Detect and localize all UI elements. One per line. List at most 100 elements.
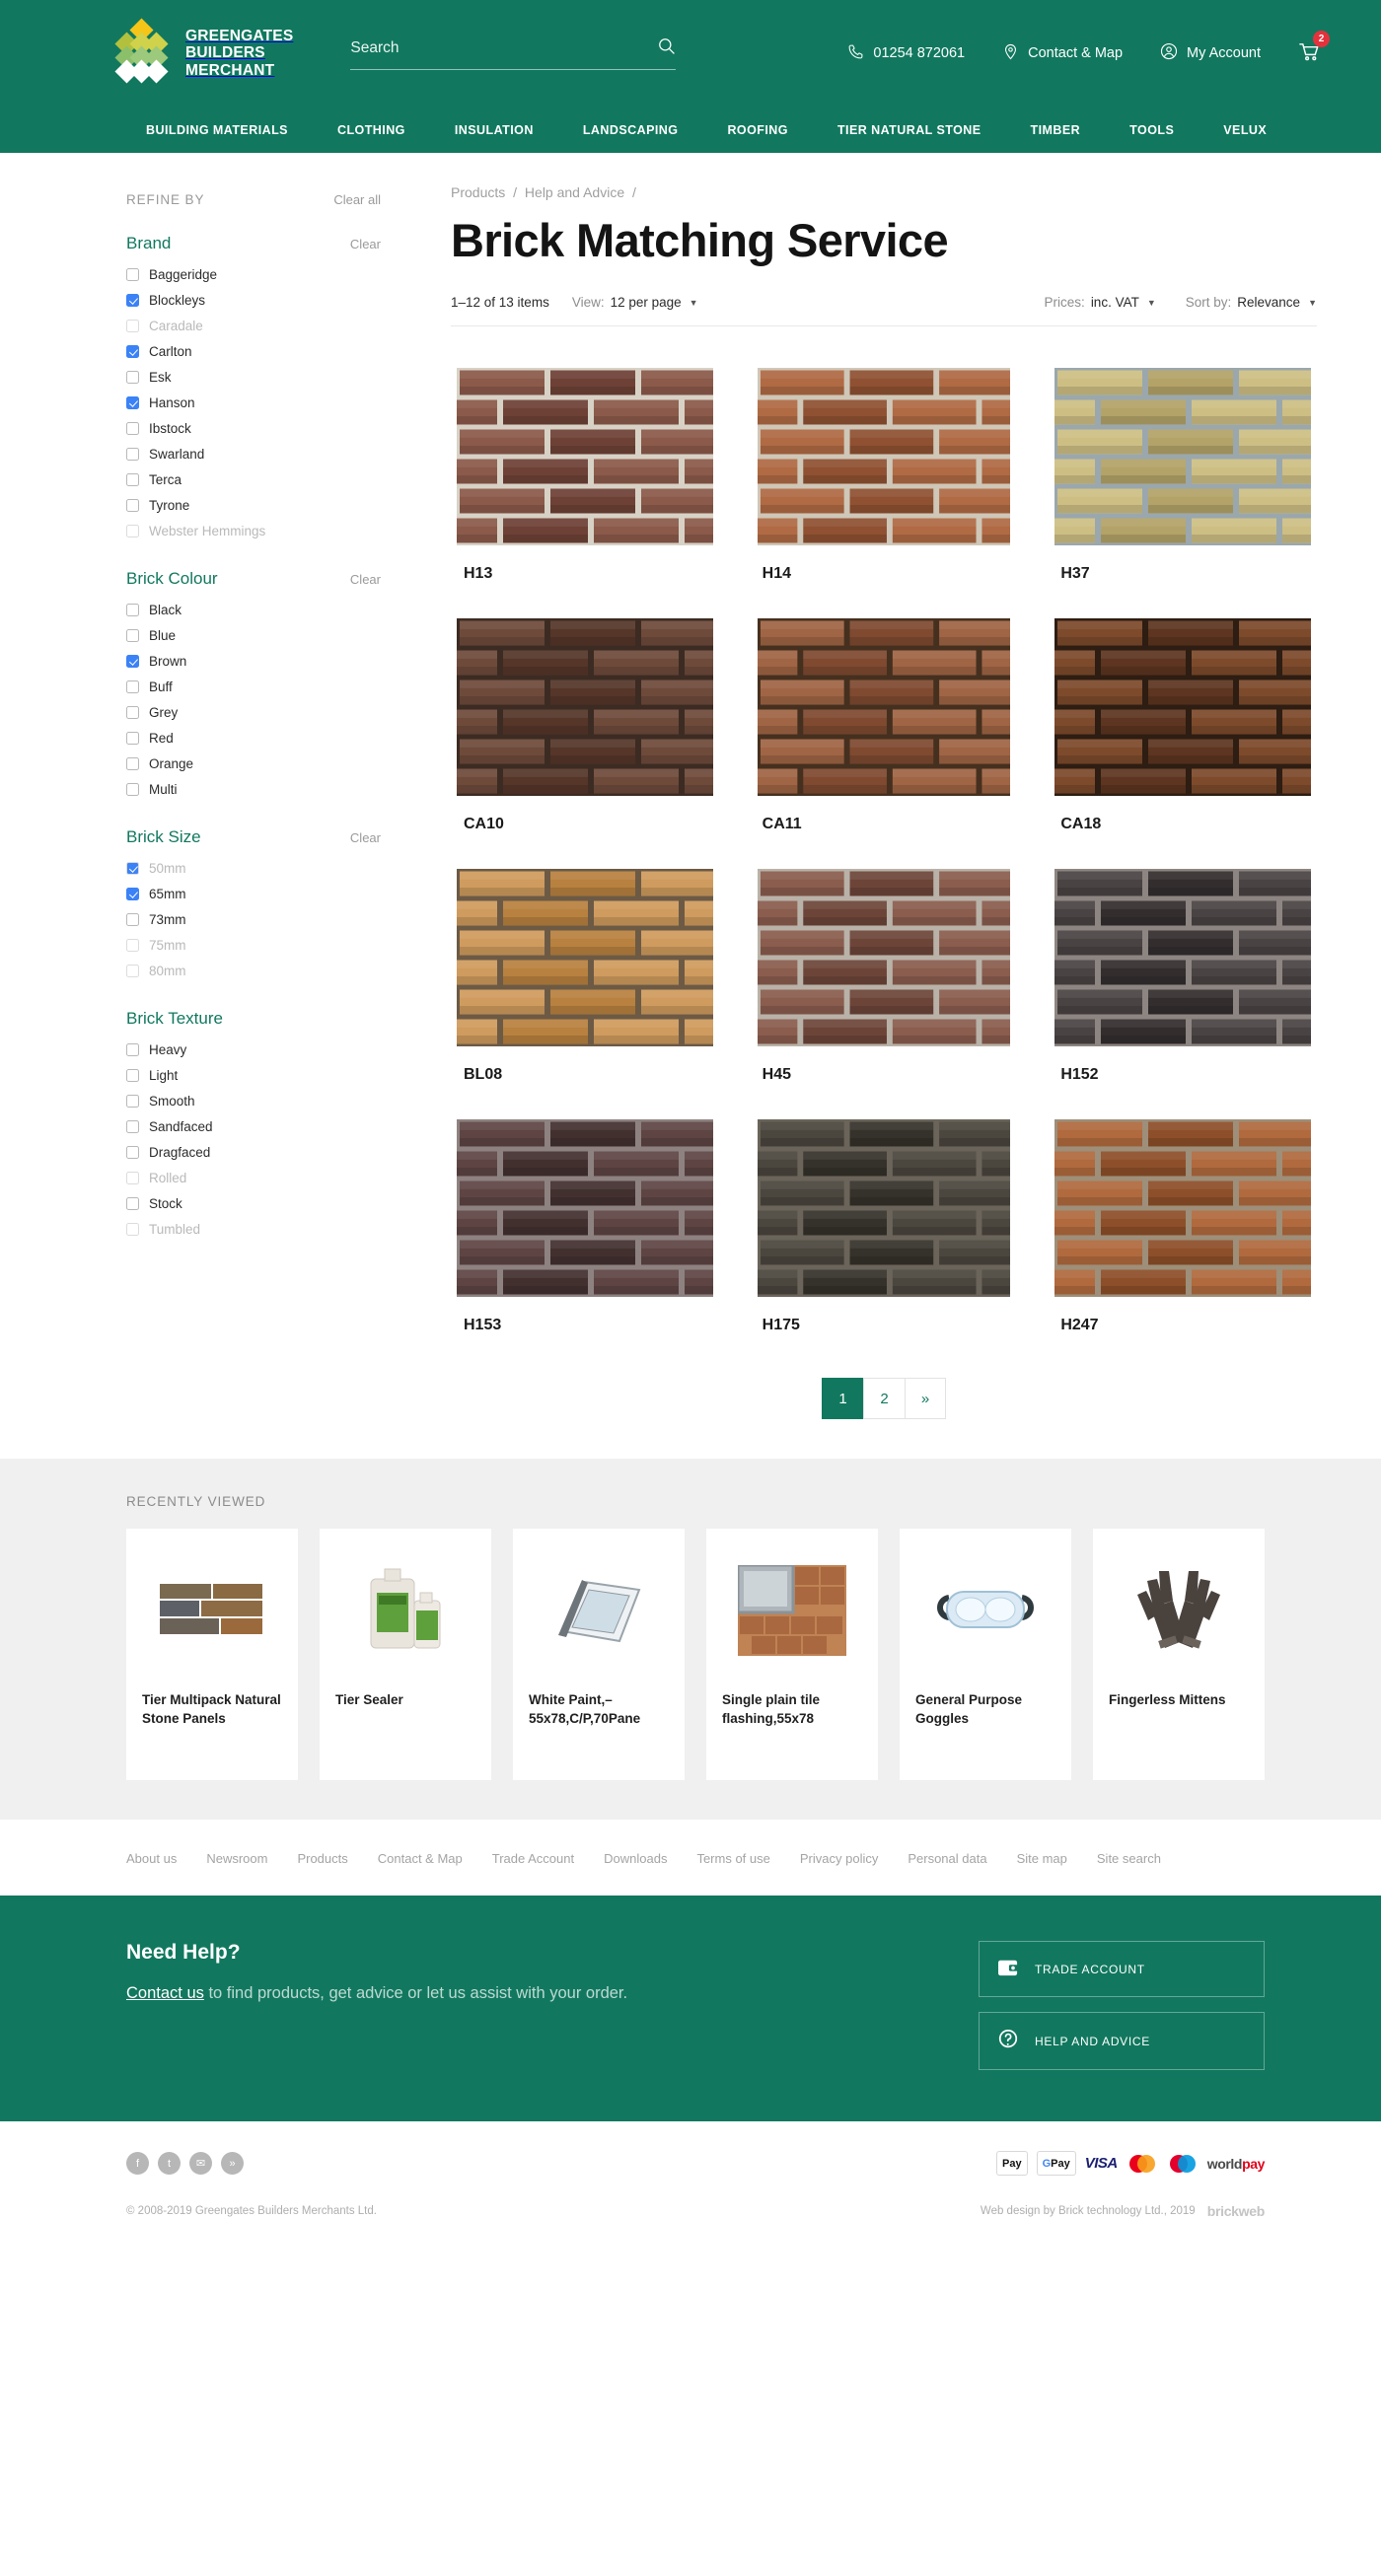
footer-link-trade-account[interactable]: Trade Account bbox=[492, 1851, 574, 1866]
recently-viewed-title[interactable]: Single plain tile flashing,55x78 bbox=[722, 1690, 862, 1728]
site-logo[interactable]: GREENGATES BUILDERS MERCHANT bbox=[111, 22, 293, 85]
checkbox-icon[interactable] bbox=[126, 965, 139, 977]
product-card[interactable]: CA10 bbox=[451, 618, 720, 869]
nav-item-timber[interactable]: TIMBER bbox=[1006, 123, 1106, 137]
search-input[interactable] bbox=[350, 39, 657, 57]
facet-option-orange[interactable]: Orange bbox=[126, 751, 381, 776]
facet-option-buff[interactable]: Buff bbox=[126, 674, 381, 699]
cart-button[interactable]: 2 bbox=[1298, 40, 1321, 67]
facet-option-65mm[interactable]: 65mm bbox=[126, 881, 381, 906]
product-card[interactable]: CA11 bbox=[750, 618, 1019, 869]
product-thumbnail[interactable] bbox=[451, 1119, 720, 1297]
product-title[interactable]: H14 bbox=[750, 565, 1019, 583]
checkbox-icon[interactable] bbox=[126, 499, 139, 512]
checkbox-icon[interactable] bbox=[126, 1120, 139, 1133]
facet-option-tyrone[interactable]: Tyrone bbox=[126, 492, 381, 518]
facet-option-red[interactable]: Red bbox=[126, 725, 381, 751]
facet-option-blue[interactable]: Blue bbox=[126, 622, 381, 648]
facet-option-sandfaced[interactable]: Sandfaced bbox=[126, 1113, 381, 1139]
product-thumbnail[interactable] bbox=[1048, 368, 1317, 545]
facet-option-black[interactable]: Black bbox=[126, 597, 381, 622]
checkbox-icon[interactable] bbox=[126, 1146, 139, 1159]
product-title[interactable]: CA18 bbox=[1048, 816, 1317, 833]
checkbox-icon[interactable] bbox=[126, 706, 139, 719]
rss-icon[interactable]: » bbox=[221, 2152, 244, 2175]
email-icon[interactable]: ✉ bbox=[189, 2152, 212, 2175]
checkbox-icon[interactable] bbox=[126, 680, 139, 693]
checkbox-icon[interactable] bbox=[126, 939, 139, 952]
product-card[interactable]: H13 bbox=[451, 368, 720, 618]
product-title[interactable]: CA10 bbox=[451, 816, 720, 833]
facet-option-baggeridge[interactable]: Baggeridge bbox=[126, 261, 381, 287]
nav-item-velux[interactable]: VELUX bbox=[1199, 123, 1291, 137]
product-thumbnail[interactable] bbox=[750, 869, 1019, 1046]
checkbox-icon[interactable] bbox=[126, 1095, 139, 1108]
checkbox-icon[interactable] bbox=[126, 268, 139, 281]
contact-map-link[interactable]: Contact & Map bbox=[1002, 43, 1123, 64]
checkbox-icon[interactable] bbox=[126, 732, 139, 745]
checkbox-icon[interactable] bbox=[126, 448, 139, 461]
facet-clear-link[interactable]: Clear bbox=[350, 572, 381, 587]
pagination-next[interactable]: » bbox=[905, 1378, 946, 1419]
checkbox-icon[interactable] bbox=[126, 525, 139, 537]
product-thumbnail[interactable] bbox=[451, 869, 720, 1046]
recently-viewed-title[interactable]: Fingerless Mittens bbox=[1109, 1690, 1249, 1709]
recently-viewed-title[interactable]: General Purpose Goggles bbox=[915, 1690, 1055, 1728]
checkbox-icon[interactable] bbox=[126, 655, 139, 668]
nav-item-roofing[interactable]: ROOFING bbox=[702, 123, 812, 137]
facet-clear-link[interactable]: Clear bbox=[350, 237, 381, 251]
facet-option-50mm[interactable]: 50mm bbox=[126, 855, 381, 881]
footer-link-newsroom[interactable]: Newsroom bbox=[206, 1851, 267, 1866]
nav-item-landscaping[interactable]: LANDSCAPING bbox=[558, 123, 703, 137]
facet-option-carlton[interactable]: Carlton bbox=[126, 338, 381, 364]
checkbox-icon[interactable] bbox=[126, 629, 139, 642]
facet-option-esk[interactable]: Esk bbox=[126, 364, 381, 390]
checkbox-icon[interactable] bbox=[126, 1197, 139, 1210]
checkbox-icon[interactable] bbox=[126, 422, 139, 435]
product-card[interactable]: H14 bbox=[750, 368, 1019, 618]
product-thumbnail[interactable] bbox=[451, 368, 720, 545]
recently-viewed-card[interactable]: Tier Multipack Natural Stone Panels bbox=[126, 1529, 298, 1780]
facet-option-rolled[interactable]: Rolled bbox=[126, 1165, 381, 1190]
facet-option-80mm[interactable]: 80mm bbox=[126, 958, 381, 983]
prices-dropdown[interactable]: Prices: inc. VAT ▼ bbox=[1045, 295, 1156, 310]
recently-viewed-card[interactable]: Single plain tile flashing,55x78 bbox=[706, 1529, 878, 1780]
checkbox-icon[interactable] bbox=[126, 1043, 139, 1056]
trade-account-button[interactable]: TRADE ACCOUNT bbox=[979, 1941, 1265, 1997]
checkbox-icon[interactable] bbox=[126, 913, 139, 926]
facet-option-stock[interactable]: Stock bbox=[126, 1190, 381, 1216]
checkbox-icon[interactable] bbox=[126, 294, 139, 307]
product-thumbnail[interactable] bbox=[750, 368, 1019, 545]
checkbox-icon[interactable] bbox=[126, 604, 139, 616]
footer-link-contact-map[interactable]: Contact & Map bbox=[378, 1851, 463, 1866]
facet-option-73mm[interactable]: 73mm bbox=[126, 906, 381, 932]
search-box[interactable] bbox=[350, 36, 676, 70]
footer-link-privacy-policy[interactable]: Privacy policy bbox=[800, 1851, 878, 1866]
recently-viewed-title[interactable]: Tier Sealer bbox=[335, 1690, 475, 1709]
product-title[interactable]: H13 bbox=[451, 565, 720, 583]
phone-link[interactable]: 01254 872061 bbox=[847, 43, 965, 64]
product-thumbnail[interactable] bbox=[1048, 1119, 1317, 1297]
product-thumbnail[interactable] bbox=[451, 618, 720, 796]
product-card[interactable]: H37 bbox=[1048, 368, 1317, 618]
facebook-icon[interactable]: f bbox=[126, 2152, 149, 2175]
recently-viewed-card[interactable]: Tier Sealer bbox=[320, 1529, 491, 1780]
facet-option-75mm[interactable]: 75mm bbox=[126, 932, 381, 958]
product-card[interactable]: CA18 bbox=[1048, 618, 1317, 869]
nav-item-tools[interactable]: TOOLS bbox=[1105, 123, 1199, 137]
checkbox-icon[interactable] bbox=[126, 1069, 139, 1082]
product-thumbnail[interactable] bbox=[1048, 869, 1317, 1046]
sort-by-dropdown[interactable]: Sort by: Relevance ▼ bbox=[1186, 295, 1317, 310]
facet-option-terca[interactable]: Terca bbox=[126, 466, 381, 492]
facet-option-light[interactable]: Light bbox=[126, 1062, 381, 1088]
contact-us-link[interactable]: Contact us bbox=[126, 1984, 204, 2002]
clear-all-link[interactable]: Clear all bbox=[333, 192, 381, 207]
product-thumbnail[interactable] bbox=[1048, 618, 1317, 796]
checkbox-icon[interactable] bbox=[126, 345, 139, 358]
product-title[interactable]: H45 bbox=[750, 1066, 1019, 1084]
facet-option-grey[interactable]: Grey bbox=[126, 699, 381, 725]
breadcrumb-item-products[interactable]: Products bbox=[451, 184, 505, 200]
view-per-page-dropdown[interactable]: View: 12 per page ▼ bbox=[572, 295, 698, 310]
product-title[interactable]: H37 bbox=[1048, 565, 1317, 583]
help-and-advice-button[interactable]: HELP AND ADVICE bbox=[979, 2012, 1265, 2070]
